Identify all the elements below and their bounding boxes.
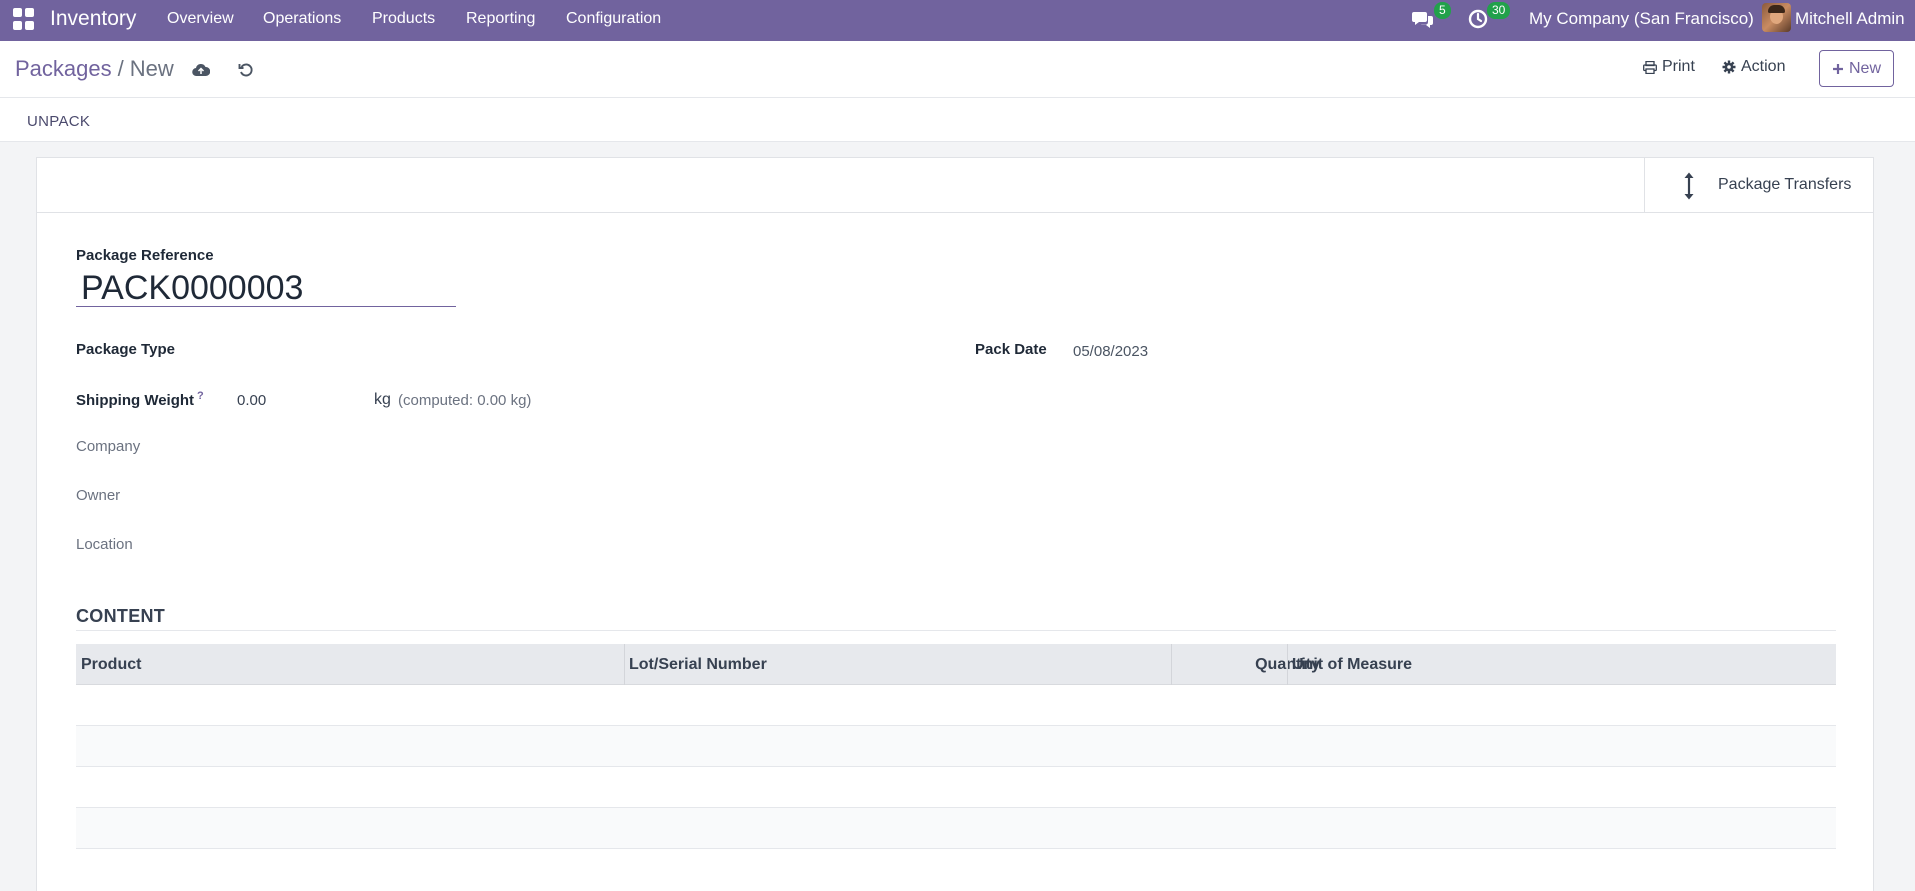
column-product[interactable]: Product [81,656,141,674]
action-label: Action [1741,58,1786,75]
top-navbar: Inventory Overview Operations Products R… [0,0,1915,41]
new-record-button[interactable]: New [1819,50,1894,87]
unpack-button[interactable]: UNPACK [27,113,90,130]
up-down-arrows-icon [1684,172,1694,200]
messages-count-badge: 5 [1434,2,1451,19]
shipping-weight-label: Shipping Weight [76,392,195,409]
column-lot-serial[interactable]: Lot/Serial Number [629,656,767,674]
package-type-input[interactable] [232,341,532,361]
company-switcher[interactable]: My Company (San Francisco) [1529,9,1754,29]
package-transfers-label: Package Transfers [1718,176,1852,193]
package-transfers-button[interactable]: Package Transfers [1644,158,1873,212]
table-row [76,767,1836,808]
menu-reporting[interactable]: Reporting [466,10,535,28]
company-label: Company [76,438,141,455]
apps-menu-icon[interactable] [13,8,35,30]
column-unit-of-measure[interactable]: Unit of Measure [1292,656,1412,674]
section-divider [76,630,1836,631]
printer-icon [1643,60,1657,74]
discard-undo-icon[interactable] [238,62,254,78]
location-label: Location [76,536,133,553]
breadcrumb-parent[interactable]: Packages [15,56,112,81]
table-header: Product Lot/Serial Number Quantity Unit … [76,644,1836,685]
menu-products[interactable]: Products [372,10,435,28]
print-button[interactable]: Print [1643,58,1695,76]
shipping-weight-input[interactable]: 0.00 [237,392,362,409]
new-label: New [1848,59,1881,77]
breadcrumb-separator: / [117,56,124,81]
clock-icon [1468,9,1488,29]
column-divider[interactable] [624,644,625,685]
pack-date-label: Pack Date [975,341,1047,358]
breadcrumb: Packages / New [15,56,174,82]
package-reference-input[interactable]: PACK0000003 [76,269,456,307]
action-button[interactable]: Action [1722,58,1785,76]
form-sheet: Package Transfers Package Reference PACK… [36,157,1874,891]
control-panel: Packages / New Print Action New [0,41,1915,98]
app-brand[interactable]: Inventory [50,7,136,31]
user-avatar[interactable] [1762,3,1791,32]
print-label: Print [1662,58,1695,75]
table-row [76,726,1836,767]
save-cloud-icon[interactable] [192,63,210,77]
user-menu[interactable]: Mitchell Admin [1795,9,1905,29]
content-table: Product Lot/Serial Number Quantity Unit … [76,644,1836,849]
plus-icon [1832,63,1843,74]
content-section-title: CONTENT [76,606,166,626]
package-type-label: Package Type [76,341,175,358]
messages-button[interactable]: 5 [1410,2,1451,34]
column-divider[interactable] [1171,644,1172,685]
table-row [76,808,1836,849]
smart-button-box: Package Transfers [37,158,1873,213]
package-reference-label: Package Reference [76,247,214,264]
breadcrumb-current: New [129,56,174,81]
shipping-weight-help-icon[interactable]: ? [197,390,204,402]
owner-label: Owner [76,487,121,504]
table-row [76,685,1836,726]
pack-date-input[interactable]: 05/08/2023 [1073,343,1148,360]
activities-count-badge: 30 [1487,2,1511,19]
activities-button[interactable]: 30 [1466,2,1514,34]
gear-icon [1722,60,1736,74]
menu-overview[interactable]: Overview [167,10,234,28]
chat-bubbles-icon [1412,12,1433,28]
shipping-weight-label-wrap: Shipping Weight? [76,390,204,409]
column-divider[interactable] [1287,644,1288,685]
form-statusbar: UNPACK [0,98,1915,142]
menu-operations[interactable]: Operations [263,10,341,28]
weight-unit: kg [374,391,391,408]
computed-weight: (computed: 0.00 kg) [398,392,532,409]
menu-configuration[interactable]: Configuration [566,10,661,28]
